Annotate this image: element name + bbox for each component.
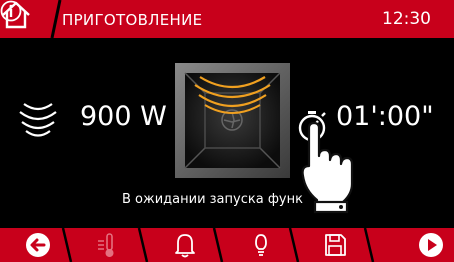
lightbulb-icon[interactable]	[246, 231, 276, 259]
info-icon[interactable]	[0, 0, 22, 22]
status-message: В ожидании запуска функ	[122, 192, 303, 207]
microwave-power-icon	[19, 103, 57, 137]
thermometer-icon[interactable]	[94, 231, 124, 259]
oven-microwave-icon	[175, 63, 290, 178]
power-value[interactable]: 900 W	[80, 101, 167, 132]
bell-icon[interactable]	[170, 231, 200, 259]
save-icon[interactable]	[320, 231, 350, 259]
bottom-toolbar	[0, 228, 454, 262]
header-bar: ПРИГОТОВЛЕНИЕ 12:30	[0, 0, 454, 38]
back-arrow-icon[interactable]	[23, 231, 53, 259]
pointing-hand-icon	[301, 122, 354, 214]
play-icon[interactable]	[416, 231, 446, 259]
toolbar-dividers	[61, 228, 375, 262]
clock: 12:30	[382, 9, 431, 29]
page-title: ПРИГОТОВЛЕНИЕ	[62, 11, 203, 29]
